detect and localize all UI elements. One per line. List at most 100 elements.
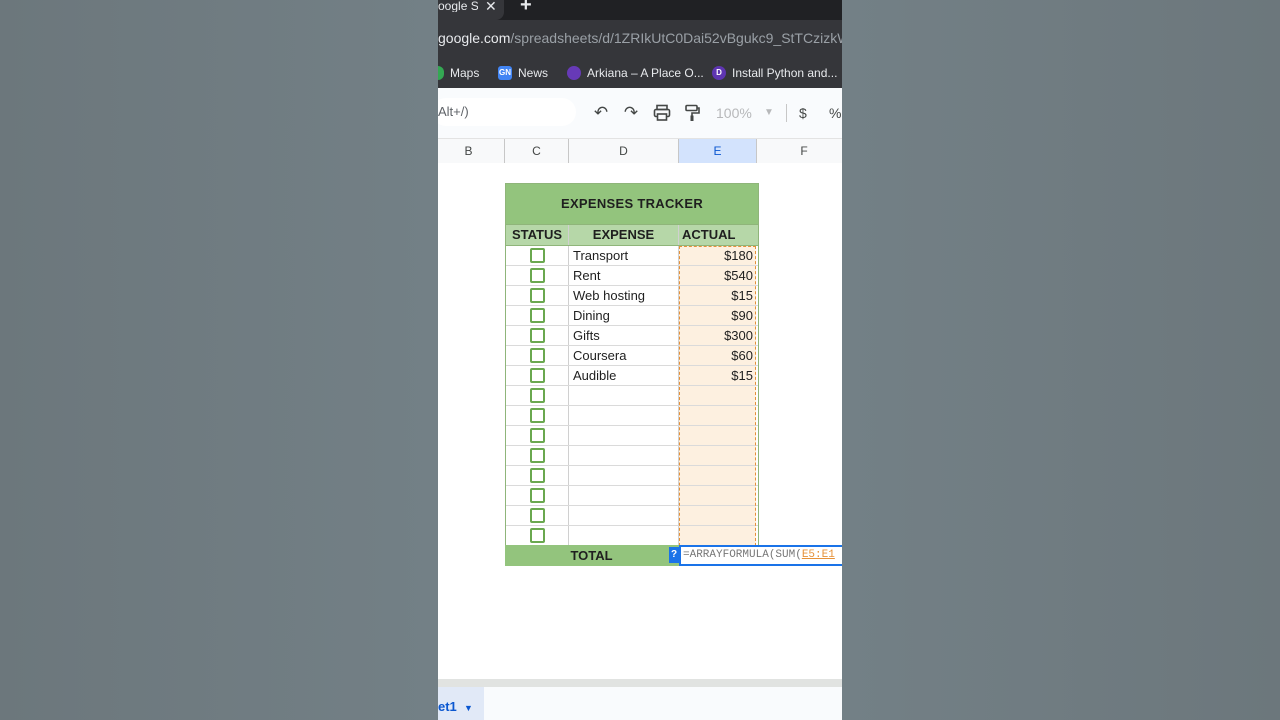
status-checkbox[interactable]	[529, 408, 545, 424]
close-tab-icon[interactable]: ✕	[485, 0, 497, 15]
status-checkbox[interactable]	[529, 388, 545, 404]
expense-cell[interactable]	[569, 386, 679, 405]
status-cell	[506, 466, 569, 485]
table-header-row: STATUS EXPENSE ACTUAL	[506, 225, 758, 246]
sheet-grid[interactable]: EXPENSES TRACKER STATUS EXPENSE ACTUAL T…	[438, 163, 842, 680]
formula-cell-editor[interactable]: =ARRAYFORMULA(SUM(E5:E1	[679, 545, 842, 566]
status-checkbox[interactable]	[529, 348, 545, 364]
expense-cell[interactable]	[569, 506, 679, 525]
bookmark-label: Arkiana – A Place O...	[587, 66, 704, 80]
table-row: Transport $180	[506, 246, 758, 266]
browser-tab[interactable]: oogle Sh ✕	[438, 0, 504, 20]
status-checkbox[interactable]	[529, 468, 545, 484]
bookmark-news[interactable]: GN News	[498, 62, 548, 84]
video-background-left	[0, 0, 438, 720]
column-header: B C D E F	[438, 139, 842, 164]
expense-cell[interactable]: Rent	[569, 266, 679, 285]
undo-icon[interactable]: ↶	[590, 102, 612, 124]
expense-cell[interactable]	[569, 426, 679, 445]
bookmark-maps[interactable]: Maps	[438, 62, 479, 84]
table-row: Coursera $60	[506, 346, 758, 366]
table-row: Audible $15	[506, 366, 758, 386]
status-checkbox[interactable]	[529, 508, 545, 524]
table-row	[506, 446, 758, 466]
format-currency-button[interactable]: $	[799, 102, 807, 124]
actual-cell[interactable]	[679, 526, 756, 545]
table-body: Transport $180 Rent $540 Web hosting $15 Dinin…	[506, 246, 758, 546]
status-checkbox[interactable]	[529, 308, 545, 324]
status-checkbox[interactable]	[529, 248, 545, 264]
status-cell	[506, 286, 569, 305]
address-bar[interactable]: google.com/spreadsheets/d/1ZRIkUtC0Dai52…	[438, 20, 842, 58]
actual-cell[interactable]: $300	[679, 326, 756, 345]
horizontal-scrollbar[interactable]	[438, 679, 842, 687]
actual-header: ACTUAL	[682, 227, 736, 242]
url-text[interactable]: google.com/spreadsheets/d/1ZRIkUtC0Dai52…	[438, 30, 842, 46]
actual-cell[interactable]	[679, 386, 756, 405]
format-percent-button[interactable]: %	[829, 102, 841, 124]
status-checkbox[interactable]	[529, 528, 545, 544]
actual-cell[interactable]: $60	[679, 346, 756, 365]
expense-cell[interactable]: Gifts	[569, 326, 679, 345]
expense-cell[interactable]	[569, 406, 679, 425]
expense-cell[interactable]	[569, 526, 679, 545]
status-checkbox[interactable]	[529, 488, 545, 504]
status-checkbox[interactable]	[529, 368, 545, 384]
actual-cell[interactable]	[679, 466, 756, 485]
table-row	[506, 426, 758, 446]
actual-cell[interactable]	[679, 426, 756, 445]
column-b[interactable]: B	[438, 139, 505, 163]
actual-cell[interactable]: $15	[679, 286, 756, 305]
actual-cell[interactable]	[679, 446, 756, 465]
status-checkbox[interactable]	[529, 448, 545, 464]
toolbar-divider	[786, 104, 787, 122]
zoom-select[interactable]: 100%	[716, 102, 752, 124]
expense-cell[interactable]: Transport	[569, 246, 679, 265]
expense-cell[interactable]	[569, 466, 679, 485]
expense-cell[interactable]: Coursera	[569, 346, 679, 365]
actual-cell[interactable]	[679, 486, 756, 505]
expense-cell[interactable]: Web hosting	[569, 286, 679, 305]
actual-cell[interactable]: $180	[679, 246, 756, 265]
expense-cell[interactable]	[569, 446, 679, 465]
actual-cell[interactable]: $540	[679, 266, 756, 285]
formula-help-badge[interactable]: ?	[669, 547, 679, 563]
bookmark-install-python[interactable]: D Install Python and...	[712, 62, 837, 84]
sheet-tabs-bar: et1 ▼	[438, 687, 842, 720]
column-d[interactable]: D	[569, 139, 679, 163]
sheet-tab-label: et1	[438, 699, 457, 714]
paint-format-icon[interactable]	[681, 102, 703, 124]
news-icon: GN	[498, 66, 512, 80]
actual-cell[interactable]	[679, 506, 756, 525]
d-icon: D	[712, 66, 726, 80]
column-e[interactable]: E	[679, 139, 757, 163]
browser-window: oogle Sh ✕ + google.com/spreadsheets/d/1…	[438, 0, 842, 720]
chevron-down-icon[interactable]: ▼	[764, 102, 774, 124]
column-c[interactable]: C	[505, 139, 569, 163]
status-checkbox[interactable]	[529, 268, 545, 284]
status-checkbox[interactable]	[529, 328, 545, 344]
expense-cell[interactable]: Dining	[569, 306, 679, 325]
status-cell	[506, 486, 569, 505]
column-f[interactable]: F	[757, 139, 842, 163]
bookmark-label: Maps	[450, 66, 480, 80]
status-checkbox[interactable]	[529, 288, 545, 304]
bookmark-arkiana[interactable]: Arkiana – A Place O...	[567, 62, 704, 84]
chevron-down-icon[interactable]: ▼	[464, 688, 473, 720]
menu-search-input[interactable]: Alt+/)	[438, 98, 576, 126]
sheet-tab[interactable]: et1 ▼	[438, 687, 484, 720]
redo-icon[interactable]: ↷	[620, 102, 642, 124]
new-tab-icon[interactable]: +	[520, 0, 532, 17]
tracker-title: EXPENSES TRACKER	[506, 184, 758, 225]
tab-bar: oogle Sh ✕ +	[438, 0, 842, 20]
table-row: Dining $90	[506, 306, 758, 326]
print-icon[interactable]	[651, 102, 673, 124]
actual-cell[interactable]: $90	[679, 306, 756, 325]
status-checkbox[interactable]	[529, 428, 545, 444]
tab-title: oogle Sh	[438, 0, 478, 12]
status-cell	[506, 306, 569, 325]
expense-cell[interactable]	[569, 486, 679, 505]
actual-cell[interactable]: $15	[679, 366, 756, 385]
expense-cell[interactable]: Audible	[569, 366, 679, 385]
actual-cell[interactable]	[679, 406, 756, 425]
